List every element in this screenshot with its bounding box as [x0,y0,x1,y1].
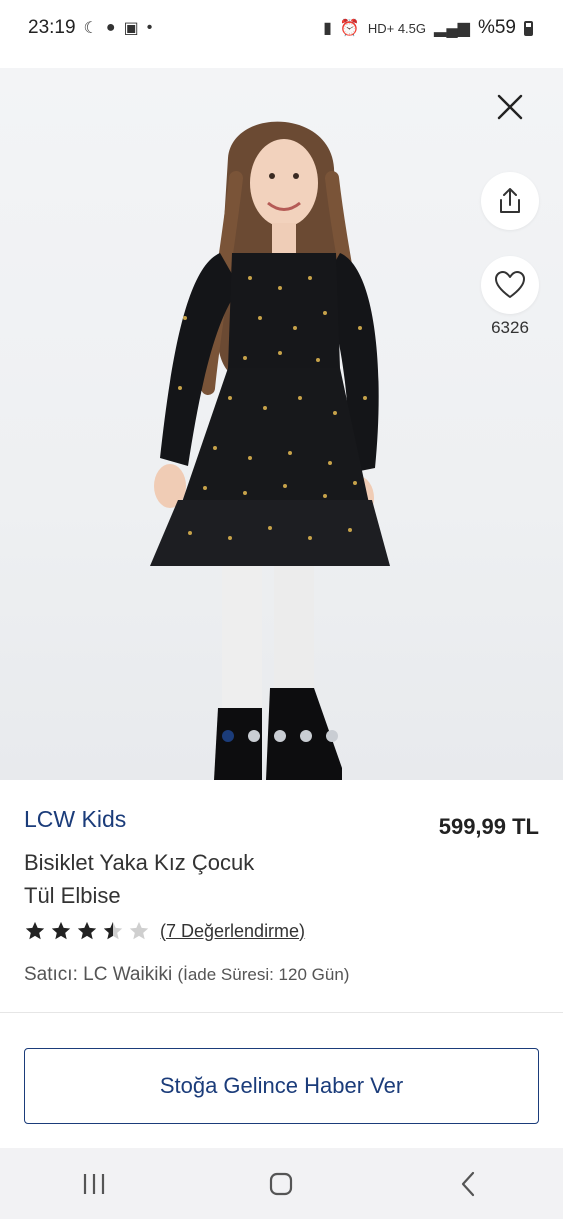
star-half-icon [103,921,123,940]
carousel-dot[interactable] [300,730,312,742]
seller-label[interactable]: Satıcı: LC Waikiki [24,964,172,985]
product-price: 599,99 TL [438,814,539,839]
close-button[interactable] [493,90,527,124]
battery-percent: %59 [477,17,516,38]
brand-link[interactable]: LCW Kids [24,806,126,833]
moon-icon: ☾ [83,20,98,37]
back-icon [462,1171,475,1196]
star-full-icon [25,921,45,940]
recent-apps-icon [83,1173,104,1194]
rating-stars [24,920,150,942]
reviews-link[interactable]: (7 Değerlendirme) [160,921,305,942]
gallery-icon: ▣ [123,20,139,37]
network-label: HD+ 4.5G [367,20,427,36]
seller-info: Satıcı: LC Waikiki (İade Süresi: 120 Gün… [24,964,349,986]
recent-apps-button[interactable] [64,1159,124,1209]
product-title: Bisiklet Yaka Kız Çocuk Tül Elbise [24,850,255,908]
favorite-button[interactable] [481,256,539,314]
back-button[interactable] [439,1159,499,1209]
star-full-icon [77,921,97,940]
home-button[interactable] [251,1159,311,1209]
status-bar: 23:19 ☾ ● ▣ • ▮ ⏰ HD+ 4.5G ▂▄▆ %59 [0,0,563,56]
divider [0,1012,563,1013]
alarm-icon: ⏰ [339,20,360,37]
sim-icon: ▮ [323,20,332,37]
carousel-dot[interactable] [248,730,260,742]
rating-row: (7 Değerlendirme) [24,920,305,942]
status-time: 23:19 [28,17,76,38]
notify-when-in-stock-button[interactable]: Stoğa Gelince Haber Ver [24,1048,539,1124]
product-image-carousel[interactable]: 6326 [0,68,563,780]
status-right: ▮ ⏰ HD+ 4.5G ▂▄▆ %59 [323,17,533,39]
notify-button-label: Stoğa Gelince Haber Ver [159,1073,404,1098]
star-full-icon [51,921,71,940]
status-left: 23:19 ☾ ● ▣ • [28,17,152,39]
battery-icon [524,20,533,36]
product-photo [150,121,390,780]
dot-icon: • [146,19,153,36]
share-button[interactable] [481,172,539,230]
system-nav-bar [0,1148,563,1219]
share-icon [500,188,520,213]
signal-icon: ▂▄▆ [434,20,470,37]
home-icon [270,1172,293,1195]
heart-icon [495,271,525,298]
favorite-count: 6326 [491,318,529,337]
carousel-dot[interactable] [222,730,234,742]
carousel-dot[interactable] [326,730,338,742]
return-period: (İade Süresi: 120 Gün) [177,965,350,984]
carousel-dot[interactable] [274,730,286,742]
carousel-dots [222,730,338,742]
chat-icon: ● [105,19,116,36]
star-empty-icon [129,921,149,940]
close-icon [497,94,523,120]
